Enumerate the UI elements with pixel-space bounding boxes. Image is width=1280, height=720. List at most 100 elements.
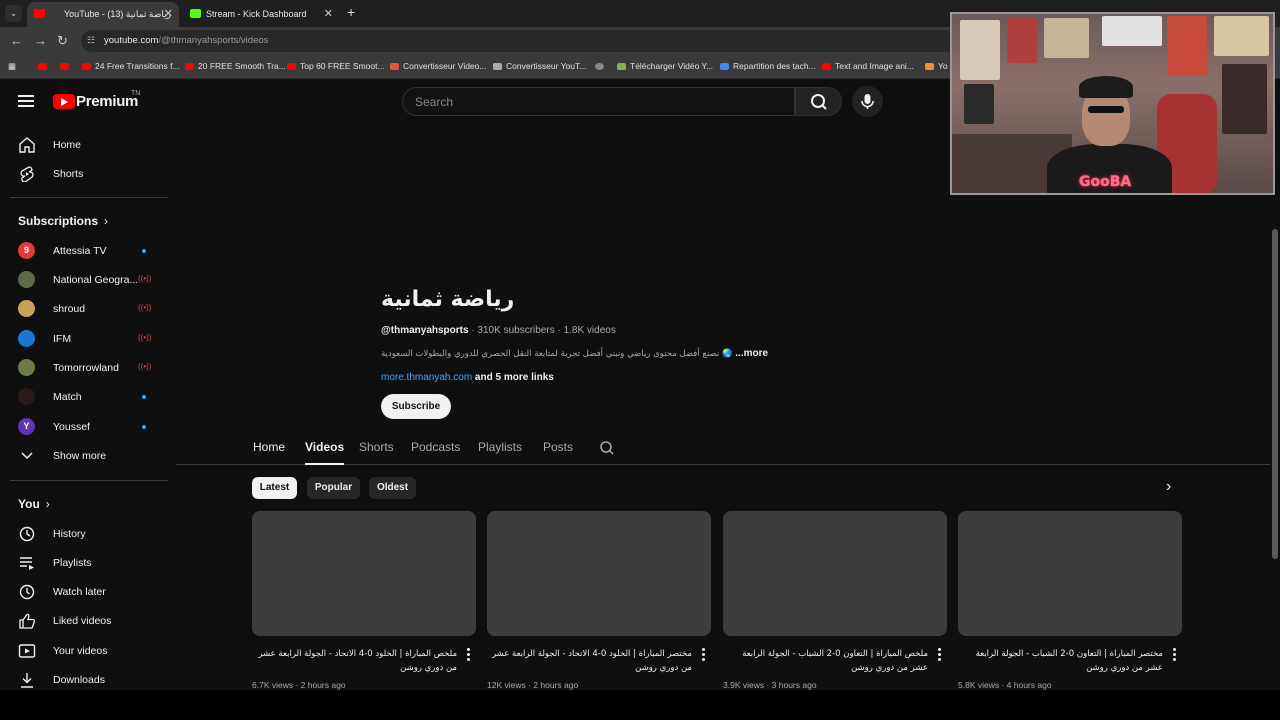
new-content-dot	[142, 395, 146, 399]
video-title[interactable]: ملخص المباراة | التعاون 0-2 الشباب - الج…	[723, 647, 928, 675]
bookmark-globe[interactable]	[595, 61, 608, 71]
bookmark-item[interactable]: Convertisseur YouT...	[493, 61, 586, 71]
chevron-right-icon[interactable]: ›	[1166, 478, 1171, 496]
sidebar-item-label: Downloads	[53, 674, 105, 686]
more-link[interactable]: ...more	[735, 348, 768, 359]
video-card[interactable]: مختصر المباراة | التعاون 0-2 الشباب - ال…	[958, 511, 1182, 690]
apps-grid-icon[interactable]: ▦	[8, 61, 16, 72]
menu-icon[interactable]	[18, 95, 34, 110]
tab-search-button[interactable]: ⌄	[5, 5, 22, 22]
bookmark-item[interactable]: Text and Image ani...	[822, 61, 914, 71]
sidebar-item-liked-videos[interactable]: Liked videos	[0, 607, 168, 635]
tab-kick-dashboard[interactable]: Stream - Kick Dashboard ✕	[183, 2, 339, 27]
sidebar-item-history[interactable]: History	[0, 520, 168, 548]
more-options-icon[interactable]	[1173, 648, 1176, 663]
tab-playlists[interactable]: Playlists	[478, 440, 522, 454]
video-thumbnail[interactable]	[958, 511, 1182, 636]
history-icon	[19, 526, 35, 542]
more-links[interactable]: and 5 more links	[472, 372, 554, 383]
chip-latest[interactable]: Latest	[252, 477, 297, 499]
sidebar-item-watch-later[interactable]: Watch later	[0, 578, 168, 606]
screen: ⌄ YouTube - رياضة ثمانية (13) ✕ Stream -…	[0, 0, 1280, 720]
bookmark-item[interactable]: Télécharger Vidéo Y...	[617, 61, 713, 71]
tab-home[interactable]: Home	[253, 440, 285, 454]
video-card[interactable]: ملخص المباراة | الخلود 0-4 الاتحاد - الج…	[252, 511, 476, 690]
sidebar-item-label: IFM	[53, 333, 72, 345]
back-icon[interactable]: ←	[10, 33, 23, 48]
subscribe-button[interactable]: Subscribe	[381, 394, 451, 419]
new-content-dot	[142, 249, 146, 253]
video-meta: 6.7K views · 2 hours ago	[252, 680, 346, 690]
sidebar-sub-shroud[interactable]: shroud ((•))	[0, 295, 168, 323]
voice-search-button[interactable]	[852, 86, 883, 117]
sidebar-sub-ifm[interactable]: IFM ((•))	[0, 325, 168, 353]
sidebar-sub-natgeo[interactable]: National Geogra... ((•))	[0, 266, 168, 294]
tab-videos[interactable]: Videos	[305, 440, 345, 465]
tab-posts[interactable]: Posts	[543, 440, 573, 454]
video-title[interactable]: ملخص المباراة | الخلود 0-4 الاتحاد - الج…	[252, 647, 457, 675]
scrollbar-thumb[interactable]	[1272, 229, 1278, 559]
bookmark-item[interactable]: 24 Free Transitions f...	[82, 61, 180, 71]
more-options-icon[interactable]	[938, 648, 941, 663]
sidebar-item-label: Attessia TV	[53, 245, 107, 257]
search-input[interactable]: Search	[402, 87, 795, 116]
more-options-icon[interactable]	[467, 648, 470, 663]
video-title[interactable]: مختصر المباراة | التعاون 0-2 الشباب - ال…	[958, 647, 1163, 675]
channel-avatar	[18, 300, 35, 317]
streamer-cap	[1079, 76, 1133, 98]
wall-poster	[1007, 18, 1037, 63]
close-tab-icon[interactable]: ✕	[164, 7, 173, 20]
sidebar-sub-match[interactable]: Match	[0, 383, 168, 411]
video-card[interactable]: ملخص المباراة | التعاون 0-2 الشباب - الج…	[723, 511, 947, 690]
tab-youtube[interactable]: YouTube - رياضة ثمانية (13) ✕	[27, 2, 179, 27]
video-title[interactable]: مختصر المباراة | الخلود 0-4 الاتحاد - ال…	[487, 647, 692, 675]
channel-description[interactable]: نصنع أفضل محتوى رياضي ونبني أفضل تجربة ل…	[381, 348, 768, 359]
url-text[interactable]: youtube.com/@thmanyahsports/videos	[104, 35, 268, 46]
download-arrow-icon	[617, 63, 626, 70]
forward-icon[interactable]: →	[34, 33, 47, 48]
sidebar-show-more[interactable]: Show more	[0, 442, 168, 470]
new-tab-icon[interactable]: +	[347, 4, 355, 20]
video-thumbnail[interactable]	[252, 511, 476, 636]
bookmark-item[interactable]: Yo	[925, 61, 948, 71]
channel-search-icon[interactable]	[599, 440, 615, 456]
bookmark-item[interactable]: 20 FREE Smooth Tra...	[185, 61, 286, 71]
video-thumbnail[interactable]	[487, 511, 711, 636]
you-heading[interactable]: You ›	[18, 497, 50, 511]
microphone-icon	[861, 94, 874, 109]
more-options-icon[interactable]	[702, 648, 705, 663]
bookmark-item[interactable]: Top 60 FREE Smoot...	[287, 61, 385, 71]
tab-shorts[interactable]: Shorts	[359, 440, 394, 454]
bookmark-item[interactable]: Convertisseur Video...	[390, 61, 486, 71]
channel-avatar	[18, 359, 35, 376]
channel-tabs: Home Videos Shorts Podcasts Playlists Po…	[176, 432, 1270, 465]
subscriptions-heading[interactable]: Subscriptions ›	[18, 214, 108, 228]
youtube-icon	[287, 63, 296, 70]
video-thumbnail[interactable]	[723, 511, 947, 636]
close-tab-icon[interactable]: ✕	[324, 7, 333, 20]
bookmark-youtube-2[interactable]	[60, 61, 73, 71]
live-icon: ((•))	[138, 362, 152, 371]
sidebar-sub-attessia[interactable]: 9 Attessia TV	[0, 237, 168, 265]
sidebar-item-your-videos[interactable]: Your videos	[0, 637, 168, 665]
youtube-icon	[82, 63, 91, 70]
sidebar-sub-tomorrowland[interactable]: Tomorrowland ((•))	[0, 354, 168, 382]
bookmark-youtube-1[interactable]	[38, 61, 51, 71]
video-card[interactable]: مختصر المباراة | الخلود 0-4 الاتحاد - ال…	[487, 511, 711, 690]
sidebar-item-playlists[interactable]: Playlists	[0, 549, 168, 577]
reload-icon[interactable]: ↻	[57, 33, 68, 49]
channel-link[interactable]: more.thmanyah.com	[381, 372, 472, 383]
sidebar-sub-youssef[interactable]: Y Youssef	[0, 413, 168, 441]
channel-name: رياضة ثمانية	[381, 287, 515, 312]
bookmark-item[interactable]: Repartition des tach...	[720, 61, 816, 71]
youtube-icon	[822, 63, 831, 70]
chip-popular[interactable]: Popular	[307, 477, 360, 499]
search-button[interactable]	[795, 87, 842, 116]
site-info-icon[interactable]: ☷	[87, 35, 95, 46]
channel-avatar	[18, 271, 35, 288]
globe-icon	[595, 63, 604, 70]
sidebar-item-home[interactable]: Home	[0, 131, 168, 159]
sidebar-item-shorts[interactable]: Shorts	[0, 160, 168, 188]
chip-oldest[interactable]: Oldest	[369, 477, 416, 499]
tab-podcasts[interactable]: Podcasts	[411, 440, 460, 454]
